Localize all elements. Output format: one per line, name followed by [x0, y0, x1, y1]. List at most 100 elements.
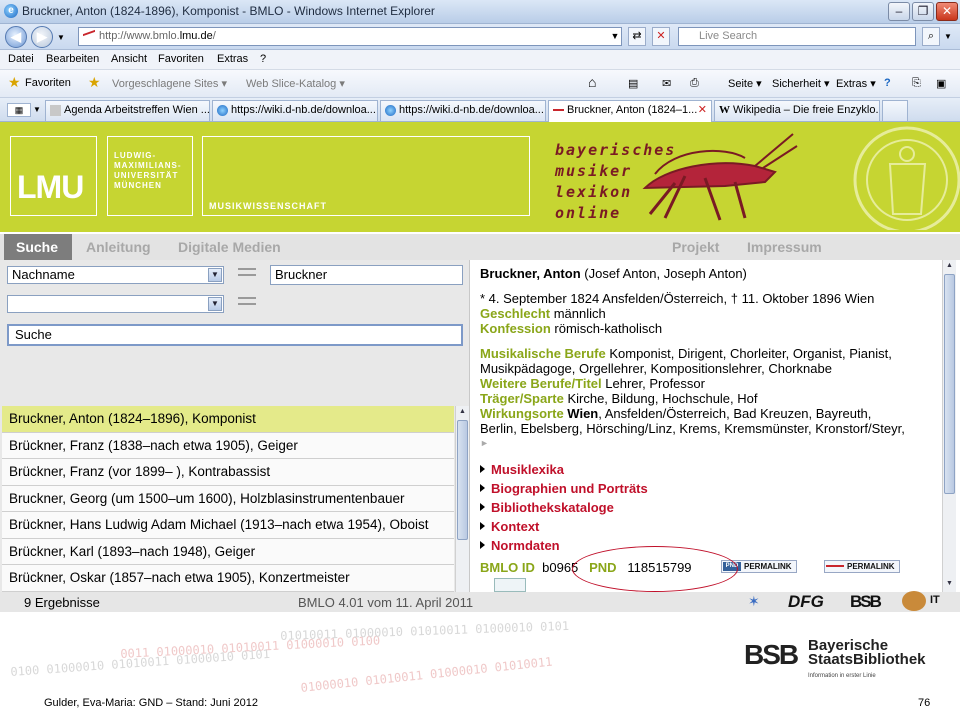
field-select-1[interactable]: Nachname ▼	[7, 266, 224, 284]
web-content: LMU LUDWIG- MAXIMILIANS- UNIVERSITÄT MÜN…	[0, 122, 960, 625]
tools-menu[interactable]: Extras ▾	[836, 77, 876, 90]
scroll-up-icon[interactable]: ▲	[944, 260, 955, 272]
mail-icon[interactable]: ✉	[662, 77, 671, 90]
nav-projekt[interactable]: Projekt	[672, 239, 719, 255]
music-professions-row: Musikalische Berufe Komponist, Dirigent,…	[480, 346, 892, 361]
section-bibliothekskataloge[interactable]: Bibliothekskataloge	[480, 500, 614, 515]
menu-bearbeiten[interactable]: Bearbeiten	[46, 53, 99, 65]
confession-value: römisch-katholisch	[554, 321, 663, 336]
list-item[interactable]: Brückner, Karl (1893–nach 1948), Geiger	[2, 538, 454, 565]
wikipedia-icon: W	[719, 104, 730, 116]
page-scrollbar[interactable]: ▲ ▼	[942, 260, 956, 592]
close-tab-icon[interactable]: ✕	[698, 101, 707, 120]
list-item[interactable]: Brückner, Franz (vor 1899– ), Kontrabass…	[2, 459, 454, 486]
menu-extras[interactable]: Extras	[217, 53, 248, 65]
section-normdaten[interactable]: Normdaten	[480, 538, 560, 553]
list-item[interactable]: Brückner, Hans Ludwig Adam Michael (1913…	[2, 512, 454, 539]
university-name: LUDWIG- MAXIMILIANS- UNIVERSITÄT MÜNCHEN	[107, 136, 193, 216]
more-arrow-icon[interactable]: ►	[480, 436, 489, 451]
history-dropdown-icon[interactable]: ▼	[57, 33, 65, 42]
it-logo[interactable]: IT	[930, 594, 940, 606]
favorites-bar: ★ Favoriten ★ Vorgeschlagene Sites ▾ Web…	[0, 70, 960, 98]
web-slice-link[interactable]: Web Slice-Katalog ▾	[246, 77, 345, 90]
results-scrollbar[interactable]: ▲	[455, 406, 469, 592]
value-input-1[interactable]: Bruckner	[270, 265, 463, 285]
nav-anleitung[interactable]: Anleitung	[86, 239, 151, 255]
dfg-logo[interactable]: DFG	[788, 592, 824, 612]
scroll-down-tab[interactable]	[494, 578, 526, 592]
tab-wiki-dnb-1[interactable]: https://wiki.d-nb.de/downloa...	[212, 100, 378, 121]
scroll-thumb[interactable]	[944, 274, 955, 494]
equals-icon	[238, 297, 256, 305]
section-biographien[interactable]: Biographien und Porträts	[480, 481, 648, 496]
address-input[interactable]: http://www.bmlo.lmu.de/	[78, 27, 622, 46]
scroll-thumb[interactable]	[457, 420, 468, 540]
help-icon[interactable]: ?	[884, 77, 891, 89]
window-title: Bruckner, Anton (1824-1896), Komponist -…	[22, 4, 435, 18]
scroll-up-icon[interactable]: ▲	[457, 406, 468, 418]
suggested-sites-link[interactable]: Vorgeschlagene Sites ▾	[112, 77, 227, 90]
compat-view-icon[interactable]: ⇄	[628, 27, 646, 46]
department-name: MUSIKWISSENSCHAFT	[202, 136, 530, 216]
section-kontext[interactable]: Kontext	[480, 519, 539, 534]
grasshopper-logo-icon	[642, 133, 798, 221]
chevron-down-icon[interactable]: ▼	[208, 268, 222, 282]
back-button[interactable]: ◀	[5, 26, 27, 48]
chevron-down-icon[interactable]: ▼	[208, 297, 222, 311]
search-icon[interactable]: ⌕	[922, 27, 940, 46]
bmlo-permalink-button[interactable]: PERMALINK	[824, 560, 900, 573]
research-icon[interactable]: ⎘	[912, 77, 921, 90]
menu-ansicht[interactable]: Ansicht	[111, 53, 147, 65]
feeds-icon[interactable]: ▤	[628, 77, 638, 90]
mascot-icon	[902, 591, 926, 611]
scroll-down-icon[interactable]: ▼	[944, 578, 955, 590]
lmu-logo[interactable]: LMU	[10, 136, 97, 216]
section-musiklexika[interactable]: Musiklexika	[480, 462, 564, 477]
tab-agenda[interactable]: Agenda Arbeitstreffen Wien ...	[45, 100, 210, 121]
address-dropdown-icon[interactable]: ▼	[606, 28, 624, 45]
places-row: Wirkungsorte Wien, Ansfelden/Österreich,…	[480, 406, 871, 421]
tab-wiki-dnb-2[interactable]: https://wiki.d-nb.de/downloa...	[380, 100, 546, 121]
tab-label: https://wiki.d-nb.de/downloa...	[231, 104, 376, 116]
minimize-button[interactable]: –	[888, 2, 910, 21]
search-options-icon[interactable]: ▼	[944, 32, 952, 41]
close-button[interactable]: ✕	[936, 2, 958, 21]
other-professions-label: Weitere Berufe/Titel	[480, 376, 602, 391]
list-item[interactable]: Bruckner, Georg (um 1500–um 1600), Holzb…	[2, 485, 454, 512]
tab-bruckner[interactable]: Bruckner, Anton (1824–1... ✕	[548, 100, 712, 122]
equals-icon	[238, 268, 256, 276]
safety-menu[interactable]: Sicherheit ▾	[772, 77, 830, 90]
search-button[interactable]: Suche	[7, 324, 463, 346]
maximize-button[interactable]: ❐	[912, 2, 934, 21]
tab-list-icon[interactable]: ▼	[33, 105, 41, 114]
home-icon[interactable]: ⌂	[588, 74, 596, 90]
uni-line: MÜNCHEN	[114, 181, 162, 190]
forward-button[interactable]: ▶	[31, 26, 53, 48]
search-pane: Nachname ▼ Bruckner ▼ Suche Bruckner, Ant…	[0, 260, 470, 592]
quick-tabs-icon[interactable]: ▦	[7, 103, 31, 117]
nav-digitale-medien[interactable]: Digitale Medien	[178, 239, 281, 255]
list-item[interactable]: Brückner, Oskar (1857–nach etwa 1905), K…	[2, 565, 454, 592]
section-label: Bibliothekskataloge	[491, 500, 614, 515]
menu-datei[interactable]: Datei	[8, 53, 34, 65]
tab-wikipedia[interactable]: W Wikipedia – Die freie Enzyklo...	[714, 100, 880, 121]
stop-icon[interactable]: ✕	[652, 27, 670, 46]
search-input[interactable]: Live Search	[678, 27, 916, 46]
list-item[interactable]: Brückner, Franz (1838–nach etwa 1905), G…	[2, 432, 454, 459]
carrier-label: Träger/Sparte	[480, 391, 564, 406]
menu-help[interactable]: ?	[260, 53, 266, 65]
menu-favoriten[interactable]: Favoriten	[158, 53, 204, 65]
new-tab-button[interactable]	[882, 100, 908, 121]
permalink-label: PERMALINK	[847, 562, 895, 571]
field-select-2[interactable]: ▼	[7, 295, 224, 313]
favorites-button[interactable]: Favoriten	[25, 77, 71, 89]
translate-icon[interactable]: ▣	[936, 77, 946, 90]
nav-impressum[interactable]: Impressum	[747, 239, 822, 255]
add-favorites-icon[interactable]: ★	[88, 74, 101, 91]
print-icon[interactable]: ⎙	[690, 77, 699, 90]
url-prefix: http://www.bmlo.	[99, 30, 180, 42]
nav-suche[interactable]: Suche	[4, 234, 72, 260]
bsb-logo[interactable]: BSB	[850, 592, 882, 612]
list-item[interactable]: Bruckner, Anton (1824–1896), Komponist	[2, 406, 454, 433]
page-menu[interactable]: Seite ▾	[728, 77, 762, 90]
